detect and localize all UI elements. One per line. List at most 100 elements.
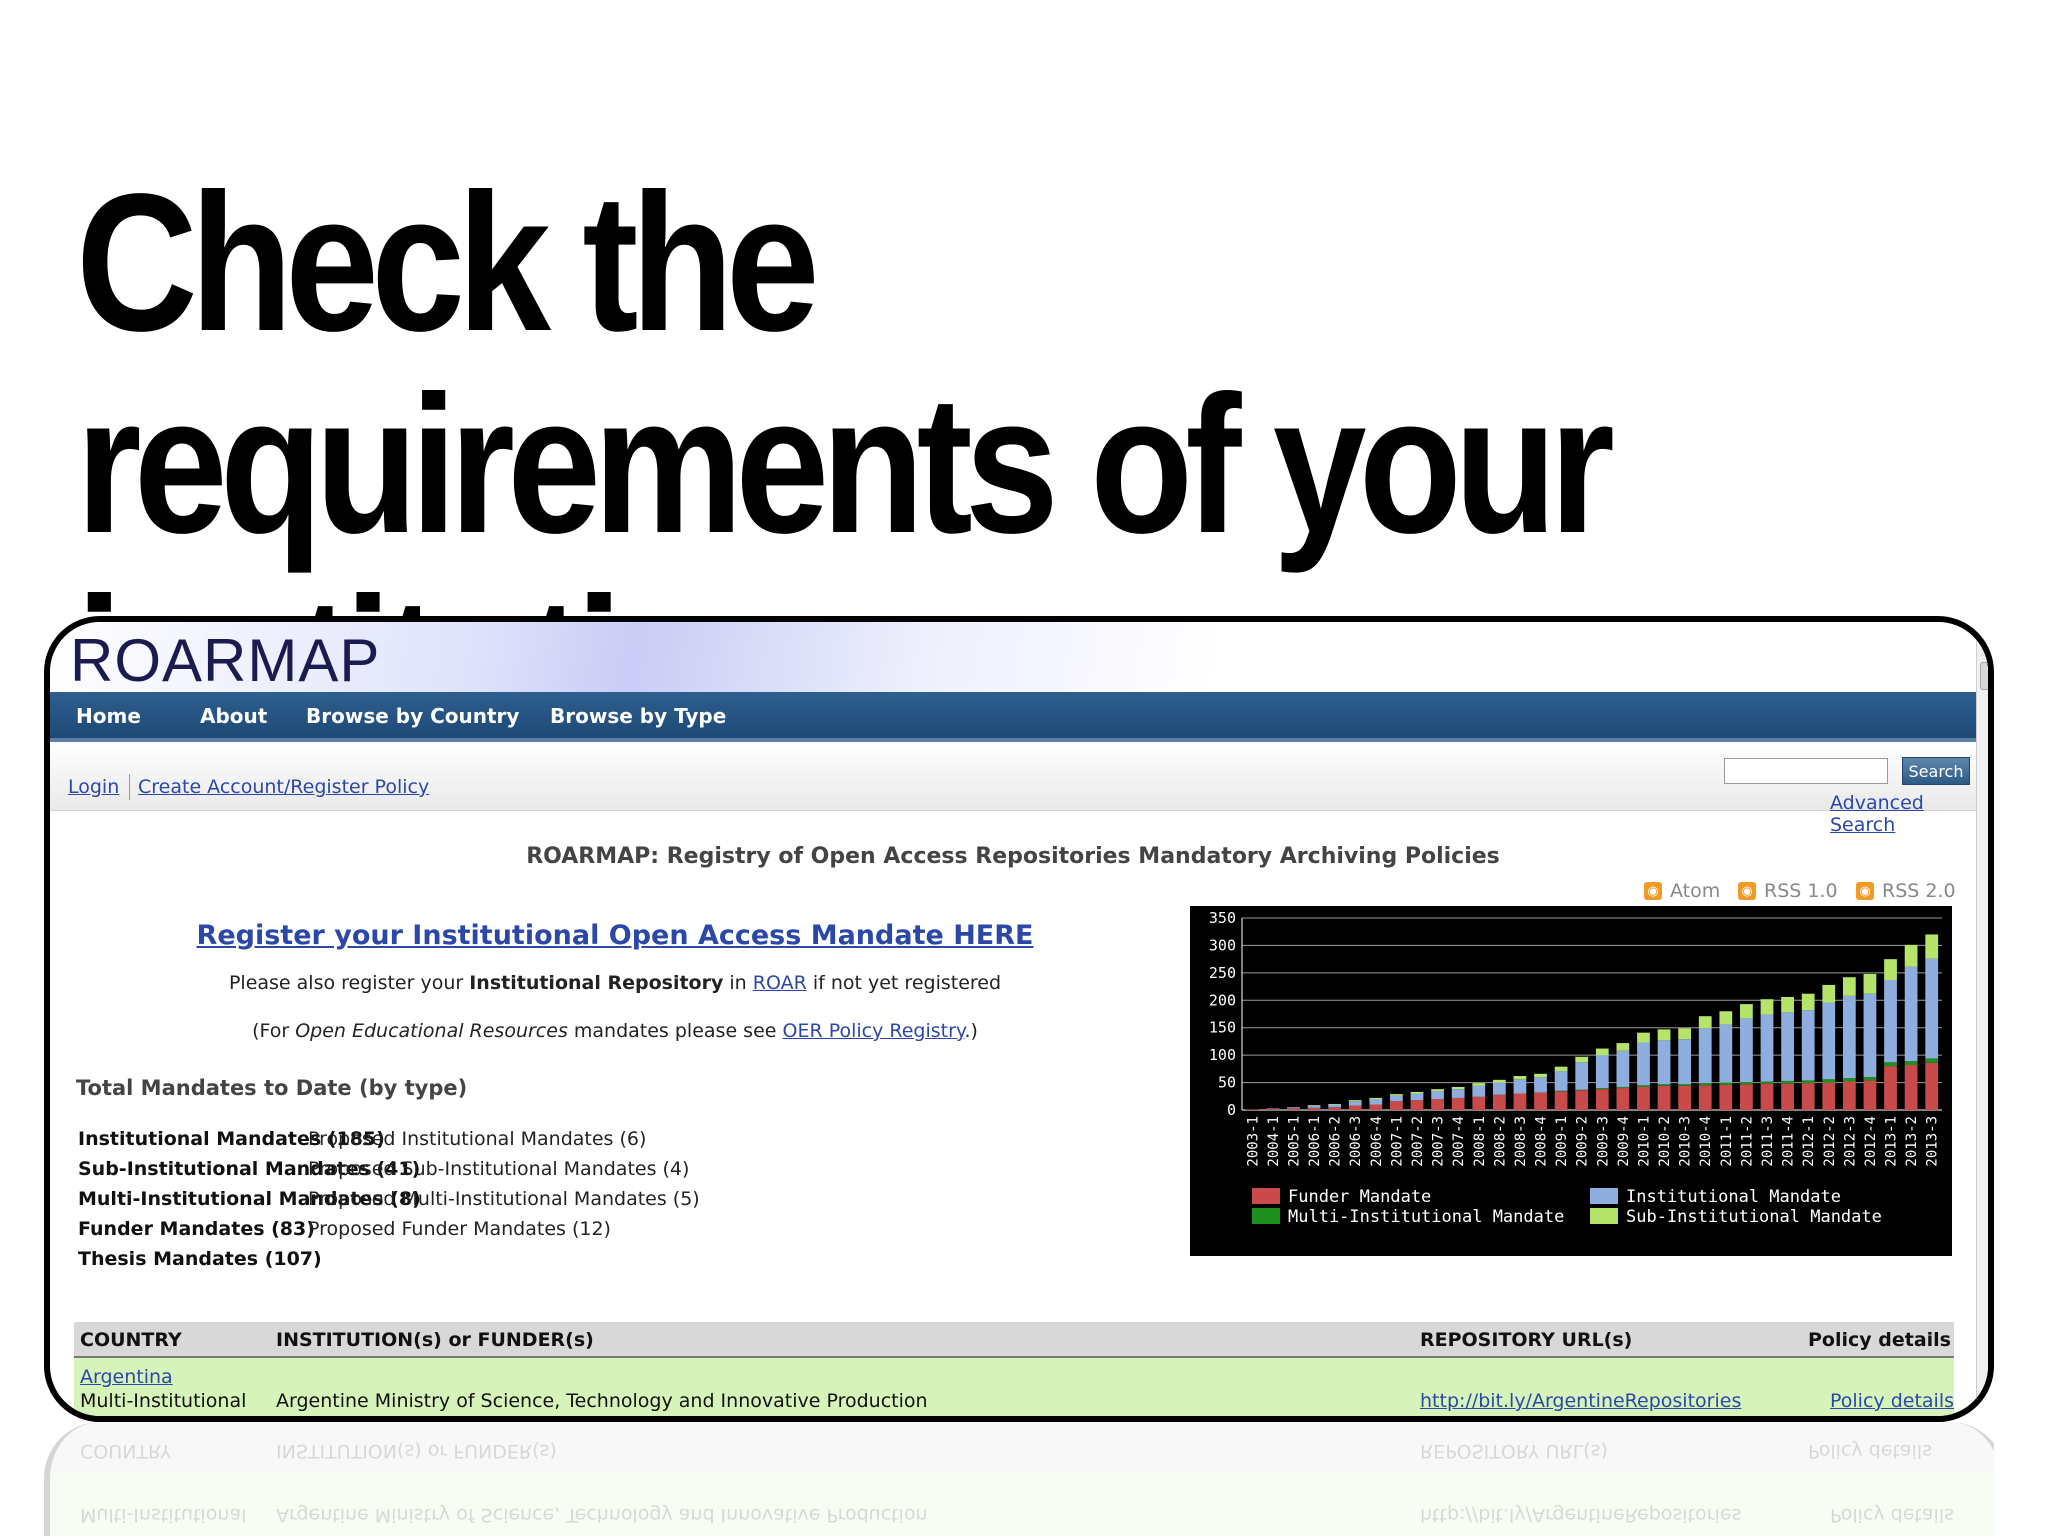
bar-segment (1369, 1097, 1383, 1100)
oer-policy-registry-link[interactable]: OER Policy Registry (783, 1020, 965, 1042)
nav-browse-by-type[interactable]: Browse by Type (550, 704, 726, 728)
login-link[interactable]: Login (68, 776, 119, 798)
reflection-image: Multi-Institutional Argentine Ministry o… (44, 1422, 1994, 1536)
site-logo[interactable]: ROARMAP (70, 626, 380, 695)
x-tick-label: 2010-4 (1698, 1116, 1714, 1167)
bar-segment (1595, 1048, 1609, 1056)
bar-segment (1451, 1097, 1465, 1110)
rss2-feed-icon[interactable]: ◉ (1856, 882, 1874, 900)
bar-segment (1328, 1107, 1342, 1110)
chart-x-ticks: 2003-1 2004-1 2005-1 2006-1 2006-2 2006-3 2006… (1245, 1116, 1940, 1167)
bar-segment (1575, 1090, 1589, 1110)
bar-segment (1431, 1099, 1444, 1110)
bar-segment (1719, 1011, 1733, 1025)
x-tick-label: 2010-3 (1678, 1116, 1694, 1167)
bar-segment (1842, 1081, 1856, 1110)
bar-segment (1595, 1088, 1609, 1090)
bar-segment (1307, 1105, 1321, 1106)
rss1-feed-link[interactable]: RSS 1.0 (1764, 880, 1838, 902)
bar-segment (1719, 1084, 1733, 1110)
policy-details-link[interactable]: Policy details (1830, 1390, 1954, 1412)
reflection-text: Multi-Institutional (80, 1504, 247, 1526)
bar-segment (1781, 1083, 1794, 1110)
bar-segment (1390, 1094, 1403, 1096)
bar-segment (1492, 1094, 1506, 1110)
bar-segment (1245, 1109, 1259, 1110)
create-account-link[interactable]: Create Account/Register Policy (138, 776, 429, 798)
site-banner: ROARMAP (50, 622, 1988, 695)
bar-segment (1698, 1016, 1712, 1029)
note-text: if not yet registered (806, 972, 1002, 994)
bar-segment (1842, 1078, 1856, 1082)
x-tick-label: 2013-2 (1904, 1116, 1920, 1167)
bar-segment (1451, 1089, 1465, 1098)
search-button[interactable]: Search (1902, 757, 1970, 785)
bar-segment (1822, 1079, 1836, 1083)
bar-segment (1884, 1062, 1897, 1067)
column-header-institution[interactable]: INSTITUTION(s) or FUNDER(s) (276, 1329, 594, 1351)
bar-segment (1616, 1088, 1630, 1110)
bar-segment (1884, 959, 1897, 980)
repository-url-link[interactable]: http://bit.ly/ArgentineRepositories (1420, 1390, 1741, 1412)
bar-segment (1492, 1079, 1506, 1083)
bar-segment (1472, 1085, 1486, 1097)
bar-segment (1410, 1093, 1424, 1101)
bar-segment (1616, 1043, 1630, 1051)
bar-segment (1760, 999, 1774, 1015)
bar-segment (1801, 993, 1815, 1011)
x-tick-label: 2011-3 (1760, 1116, 1776, 1167)
column-header-repository[interactable]: REPOSITORY URL(s) (1420, 1329, 1632, 1351)
nav-home[interactable]: Home (76, 704, 141, 728)
legend-label: Institutional Mandate (1626, 1187, 1841, 1207)
rss2-feed-link[interactable]: RSS 2.0 (1882, 880, 1956, 902)
y-tick-label: 200 (1209, 991, 1236, 1009)
bar-segment (1266, 1108, 1280, 1110)
bar-segment (1925, 958, 1939, 1059)
country-link[interactable]: Argentina (80, 1366, 173, 1388)
nav-about[interactable]: About (200, 704, 267, 728)
bar-segment (1904, 944, 1918, 967)
bar-segment (1534, 1092, 1547, 1110)
bar-segment (1307, 1105, 1321, 1108)
bar-segment (1863, 973, 1877, 994)
bar-segment (1925, 1058, 1939, 1063)
scrollbar-thumb[interactable] (1980, 662, 1988, 690)
legend-label: Funder Mandate (1288, 1187, 1431, 1207)
x-tick-label: 2006-3 (1348, 1116, 1364, 1167)
x-tick-label: 2003-1 (1245, 1116, 1261, 1167)
bar-segment (1266, 1108, 1280, 1109)
page-scrollbar[interactable] (1976, 622, 1988, 1416)
bar-segment (1904, 1065, 1918, 1110)
column-header-country[interactable]: COUNTRY (80, 1329, 182, 1351)
stat-proposed-funder: Proposed Funder Mandates (12) (308, 1218, 611, 1240)
search-input[interactable] (1724, 758, 1888, 784)
bar-segment (1554, 1066, 1568, 1072)
legend-label: Sub-Institutional Mandate (1626, 1207, 1882, 1227)
bar-segment (1698, 1083, 1712, 1086)
x-tick-label: 2007-4 (1451, 1116, 1467, 1167)
x-tick-label: 2007-3 (1431, 1116, 1447, 1167)
register-mandate-link[interactable]: Register your Institutional Open Access … (50, 920, 1180, 951)
bar-segment (1492, 1082, 1506, 1095)
bar-segment (1348, 1100, 1362, 1102)
reflection-text: http://bit.ly/ArgentineRepositories (1420, 1504, 1742, 1526)
note-bold: Institutional Repository (469, 972, 724, 994)
advanced-search-link[interactable]: Advanced Search (1830, 792, 1976, 836)
roar-link[interactable]: ROAR (753, 972, 807, 994)
atom-feed-link[interactable]: Atom (1670, 880, 1720, 902)
institution-name: Argentine Ministry of Science, Technolog… (276, 1390, 928, 1412)
rss1-feed-icon[interactable]: ◉ (1738, 882, 1756, 900)
nav-browse-by-country[interactable]: Browse by Country (306, 704, 519, 728)
screenshot-frame: ROARMAP Home About Browse by Country Bro… (44, 616, 1994, 1422)
bar-segment (1328, 1104, 1342, 1108)
note-text: in (723, 972, 753, 994)
bar-segment (1534, 1077, 1547, 1093)
bar-segment (1801, 1083, 1815, 1110)
x-tick-label: 2011-4 (1781, 1116, 1797, 1167)
stat-funder: Funder Mandates (83) (78, 1218, 315, 1240)
reflection-text: INSTITUTION(s) or FUNDER(s) (276, 1440, 557, 1462)
column-header-policy[interactable]: Policy details (1808, 1329, 1951, 1351)
legend-swatch (1590, 1208, 1618, 1224)
atom-feed-icon[interactable]: ◉ (1644, 882, 1662, 900)
mandate-type: Multi-Institutional (80, 1390, 247, 1412)
